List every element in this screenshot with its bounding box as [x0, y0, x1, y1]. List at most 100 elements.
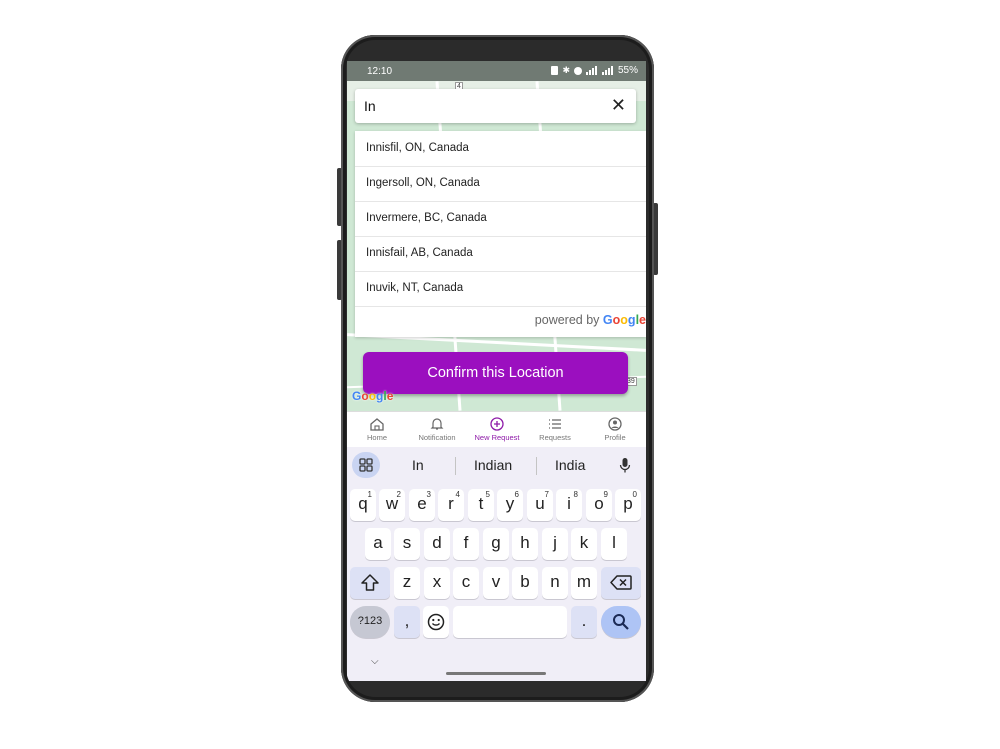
list-icon	[549, 419, 561, 429]
key-r[interactable]: r4	[438, 489, 464, 521]
key-char: e	[417, 494, 427, 513]
suggestion-label: Invermere, BC, Canada	[366, 212, 487, 224]
key-hint: 7	[544, 490, 549, 499]
key-b[interactable]: b	[512, 567, 538, 599]
key-hint: 8	[573, 490, 578, 499]
key-y[interactable]: y6	[497, 489, 523, 521]
key-k[interactable]: k	[571, 528, 597, 560]
key-char: u	[535, 494, 545, 513]
autocomplete-list: Innisfil, ON, Canada Ingersoll, ON, Cana…	[355, 131, 646, 337]
key-hint: 1	[367, 490, 372, 499]
key-hint: 6	[514, 490, 519, 499]
search-icon	[613, 614, 629, 630]
bottom-navigation: Home Notification New Request Requests P…	[347, 411, 646, 448]
nav-item-home[interactable]: Home	[347, 414, 407, 442]
key-hint: 4	[455, 490, 460, 499]
space-key[interactable]	[453, 606, 567, 638]
comma-key[interactable]: ,	[394, 606, 420, 638]
key-hint: 2	[396, 490, 401, 499]
key-n[interactable]: n	[542, 567, 568, 599]
key-d[interactable]: d	[424, 528, 450, 560]
key-a[interactable]: a	[365, 528, 391, 560]
key-hint: 0	[632, 490, 637, 499]
soft-keyboard: In Indian India q1 w2 e3 r4 t5 y6 u7 i8 …	[347, 447, 646, 681]
key-o[interactable]: o9	[586, 489, 612, 521]
location-icon	[573, 66, 582, 75]
grid-icon	[359, 458, 373, 472]
emoji-key[interactable]	[423, 606, 449, 638]
search-input[interactable]: In	[364, 98, 376, 114]
suggestion-divider	[536, 457, 537, 475]
nav-item-requests[interactable]: Requests	[525, 414, 585, 442]
key-l[interactable]: l	[601, 528, 627, 560]
nav-label-home: Home	[366, 433, 387, 442]
home-icon	[370, 418, 384, 431]
signal-icon	[585, 66, 597, 75]
key-w[interactable]: w2	[379, 489, 405, 521]
emoji-icon	[427, 613, 445, 631]
period-key[interactable]: .	[571, 606, 597, 638]
confirm-location-button[interactable]: Confirm this Location	[363, 352, 628, 394]
key-p[interactable]: p0	[615, 489, 641, 521]
powered-by-prefix: powered by	[534, 313, 603, 327]
key-v[interactable]: v	[483, 567, 509, 599]
key-s[interactable]: s	[394, 528, 420, 560]
key-x[interactable]: x	[424, 567, 450, 599]
shift-key[interactable]	[350, 567, 390, 599]
suggestion-label: Innisfail, AB, Canada	[366, 247, 473, 259]
suggestion-label: Innisfil, ON, Canada	[366, 142, 469, 154]
suggestion-item[interactable]: Innisfil, ON, Canada	[355, 131, 646, 167]
backspace-icon	[610, 575, 632, 590]
suggestion-item[interactable]: Innisfail, AB, Canada	[355, 236, 646, 272]
key-z[interactable]: z	[394, 567, 420, 599]
search-key[interactable]	[601, 606, 641, 638]
key-u[interactable]: u7	[527, 489, 553, 521]
suggestion-item[interactable]: Ingersoll, ON, Canada	[355, 166, 646, 202]
key-t[interactable]: t5	[468, 489, 494, 521]
apps-grid-icon[interactable]	[352, 452, 380, 478]
key-g[interactable]: g	[483, 528, 509, 560]
symbols-key[interactable]: ?123	[350, 606, 390, 638]
battery-level: 55%	[617, 65, 638, 76]
key-char: i	[567, 494, 571, 513]
powered-by-google: powered by Google	[535, 313, 646, 327]
microphone-icon[interactable]	[619, 457, 631, 474]
key-c[interactable]: c	[453, 567, 479, 599]
suggestion-item[interactable]: Invermere, BC, Canada	[355, 201, 646, 237]
suggestion-label: Ingersoll, ON, Canada	[366, 177, 480, 189]
wifi-icon	[601, 66, 613, 75]
key-char: t	[478, 494, 484, 513]
keyboard-suggestion[interactable]: In	[412, 457, 424, 473]
key-m[interactable]: m	[571, 567, 597, 599]
add-circle-icon	[490, 417, 504, 431]
nav-label-requests: Requests	[539, 433, 571, 442]
key-h[interactable]: h	[512, 528, 538, 560]
suggestion-item[interactable]: Inuvik, NT, Canada	[355, 271, 646, 307]
key-hint: 3	[426, 490, 431, 499]
key-char: o	[594, 494, 604, 513]
key-j[interactable]: j	[542, 528, 568, 560]
key-hint: 5	[485, 490, 490, 499]
key-q[interactable]: q1	[350, 489, 376, 521]
phone-screen: 12:10 ✱ 55% 4 3 9 In ✕ Innisfil, ON, Cana…	[347, 61, 646, 681]
nav-item-profile[interactable]: Profile	[585, 414, 645, 442]
nav-item-notification[interactable]: Notification	[407, 414, 467, 442]
nav-item-new-request[interactable]: New Request	[467, 414, 527, 442]
bell-icon	[430, 418, 444, 430]
powered-by-brand: Google	[602, 313, 646, 327]
keyboard-suggestion[interactable]: Indian	[474, 457, 512, 473]
bluetooth-icon: ✱	[562, 65, 570, 75]
keyboard-suggestion[interactable]: India	[555, 457, 585, 473]
vibrate-icon	[551, 66, 559, 75]
key-f[interactable]: f	[453, 528, 479, 560]
chevron-down-icon[interactable]: ⌵	[371, 656, 379, 667]
key-e[interactable]: e3	[409, 489, 435, 521]
location-search-bar[interactable]: In ✕	[355, 89, 636, 123]
shift-icon	[361, 574, 379, 591]
key-i[interactable]: i8	[556, 489, 582, 521]
backspace-key[interactable]	[601, 567, 641, 599]
nav-label-new-request: New Request	[474, 433, 520, 442]
status-time: 12:10	[367, 66, 393, 77]
key-char: p	[623, 494, 633, 513]
close-icon[interactable]: ✕	[611, 95, 626, 115]
